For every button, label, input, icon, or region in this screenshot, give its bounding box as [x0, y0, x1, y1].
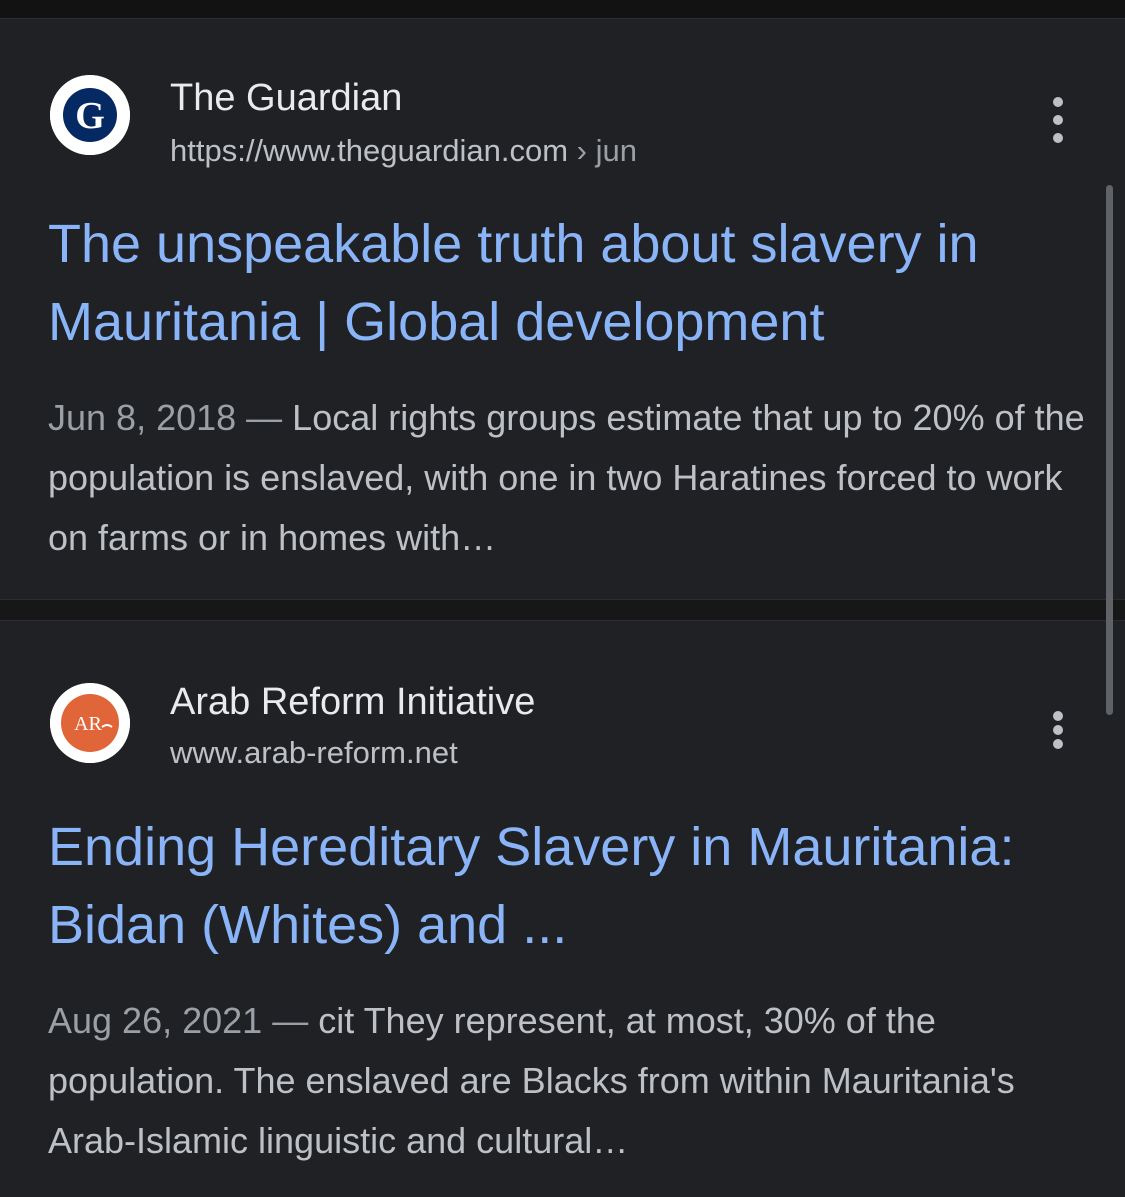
- scrollbar[interactable]: [1106, 185, 1113, 715]
- url-breadcrumb: › jun: [576, 133, 637, 168]
- more-vert-icon: [1053, 97, 1063, 107]
- result-snippet: Jun 8, 2018 — Local rights groups estima…: [48, 388, 1088, 568]
- result-date: Aug 26, 2021: [48, 1000, 263, 1041]
- date-separator: —: [262, 1000, 319, 1041]
- url-text: www.arab-reform.net: [170, 735, 458, 770]
- result-separator: [0, 600, 1125, 620]
- more-vert-icon: [1053, 711, 1063, 721]
- more-options-button[interactable]: [1040, 97, 1076, 153]
- arab-reform-favicon-icon[interactable]: AR: [50, 683, 130, 763]
- top-edge: [0, 0, 1125, 18]
- arab-reform-logo-letters: AR: [74, 713, 102, 735]
- search-result-card: G The Guardian https://www.theguardian.c…: [0, 18, 1125, 600]
- site-url[interactable]: https://www.theguardian.com › jun: [170, 135, 637, 166]
- guardian-favicon-icon[interactable]: G: [50, 75, 130, 155]
- arab-reform-logo: AR: [50, 683, 130, 763]
- site-name[interactable]: The Guardian: [170, 79, 402, 117]
- url-text: https://www.theguardian.com: [170, 133, 569, 168]
- result-date: Jun 8, 2018: [48, 397, 237, 438]
- more-vert-icon-dot: [1053, 725, 1063, 735]
- date-separator: —: [236, 397, 293, 438]
- guardian-logo-letter: G: [75, 95, 105, 137]
- guardian-logo: G: [50, 75, 130, 155]
- site-url[interactable]: www.arab-reform.net: [170, 737, 458, 768]
- more-vert-icon-dot: [1053, 739, 1063, 749]
- more-options-button[interactable]: [1040, 711, 1076, 767]
- result-title-link[interactable]: Ending Hereditary Slavery in Mauritania:…: [48, 808, 1078, 964]
- more-vert-icon-dot: [1053, 115, 1063, 125]
- more-vert-icon-dot: [1053, 133, 1063, 143]
- result-snippet: Aug 26, 2021 — cit They represent, at mo…: [48, 991, 1088, 1171]
- result-title-link[interactable]: The unspeakable truth about slavery in M…: [48, 205, 1078, 361]
- search-result-card: AR Arab Reform Initiative www.arab-refor…: [0, 620, 1125, 1197]
- site-name[interactable]: Arab Reform Initiative: [170, 683, 535, 721]
